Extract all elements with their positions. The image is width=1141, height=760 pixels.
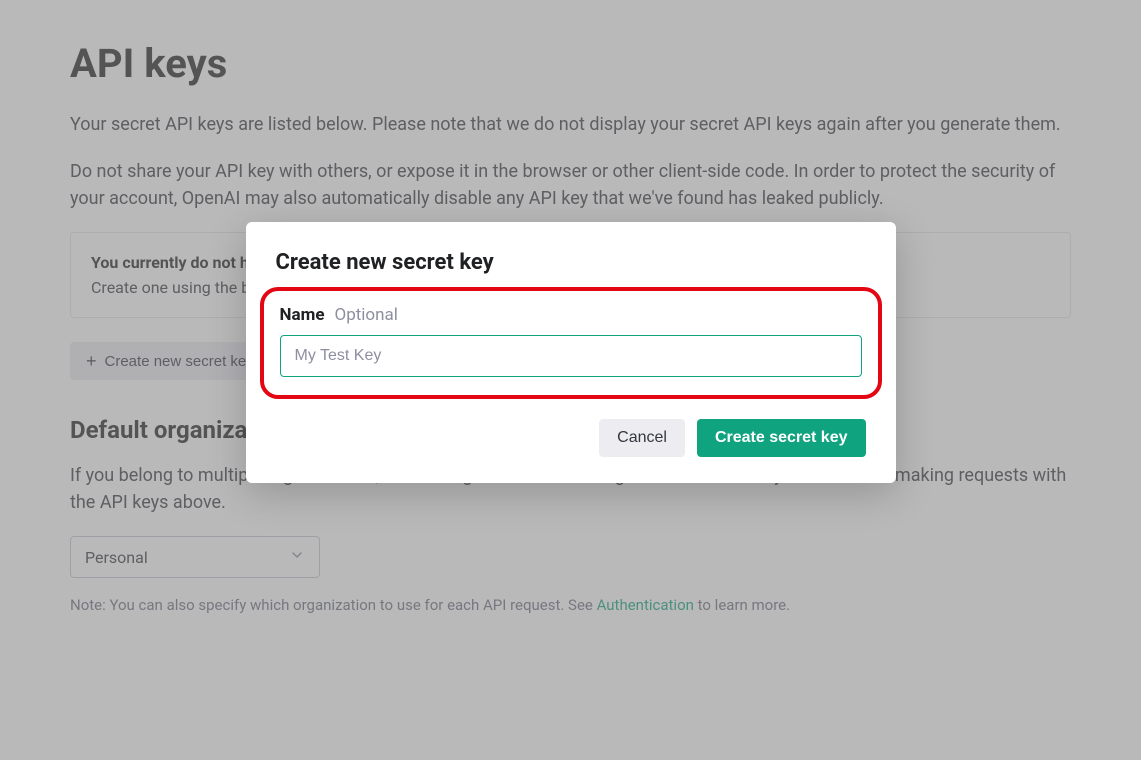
create-secret-key-submit-button[interactable]: Create secret key	[697, 419, 866, 457]
name-field-highlight: Name Optional	[260, 287, 882, 399]
name-field-label: Name	[280, 305, 325, 325]
name-field-optional: Optional	[335, 305, 398, 325]
cancel-button[interactable]: Cancel	[599, 419, 685, 457]
create-secret-key-modal: Create new secret key Name Optional Canc…	[246, 222, 896, 483]
modal-overlay[interactable]: Create new secret key Name Optional Canc…	[0, 0, 1141, 760]
name-input[interactable]	[280, 335, 862, 377]
modal-title: Create new secret key	[276, 250, 866, 275]
